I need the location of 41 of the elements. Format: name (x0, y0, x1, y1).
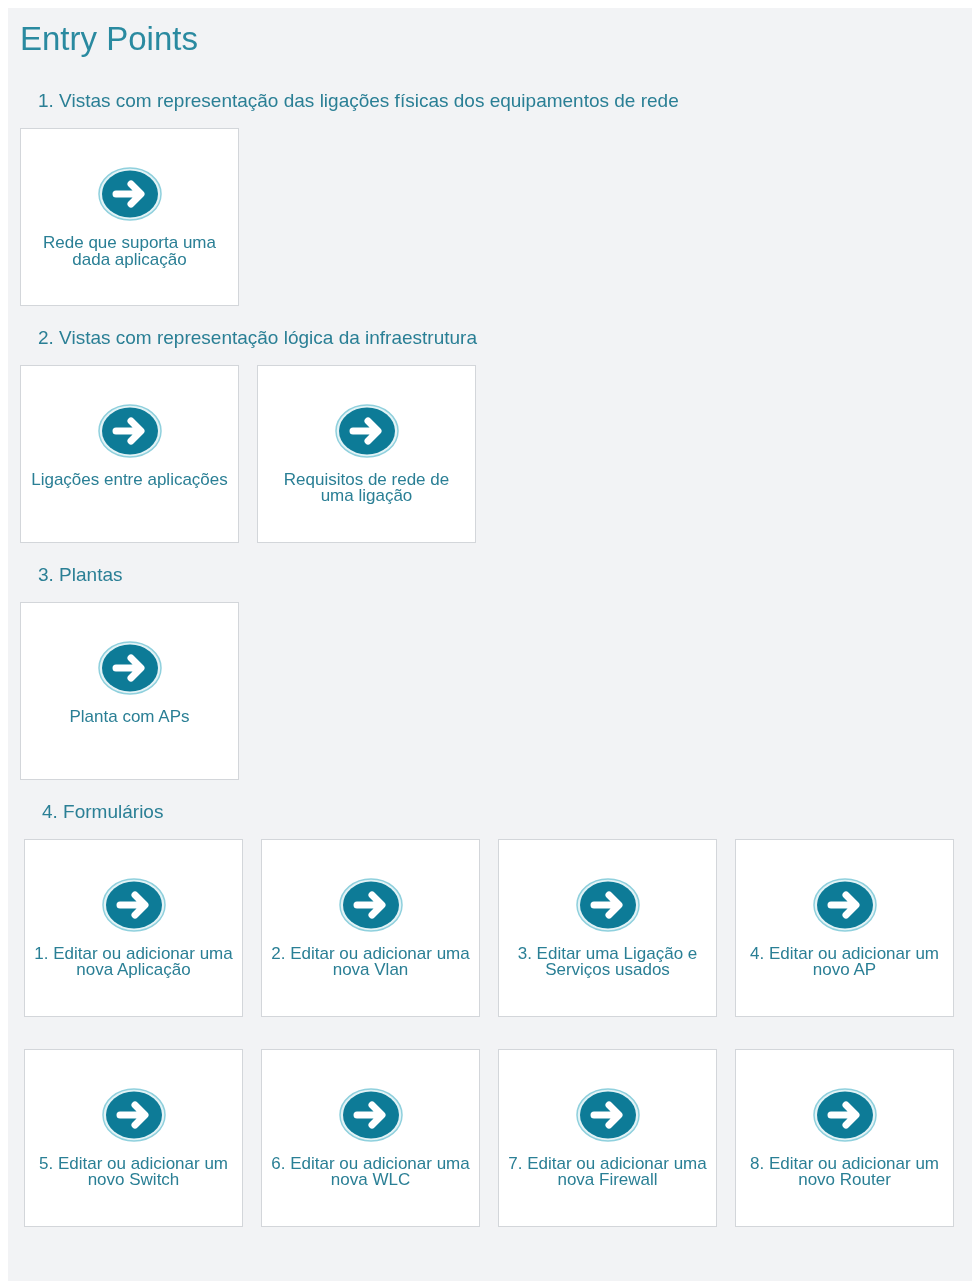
card-label: 6. Editar ou adicionar uma nova WLC (270, 1155, 471, 1189)
entry-card[interactable]: 8. Editar ou adicionar um novo Router (735, 1048, 954, 1227)
page-title: Entry Points (20, 22, 198, 55)
entry-card[interactable]: Ligações entre aplicações (20, 364, 239, 543)
card-label: 2. Editar ou adicionar uma nova Vlan (270, 945, 471, 979)
card-label: 7. Editar ou adicionar uma nova Firewall (507, 1155, 708, 1189)
section-heading: 1. Vistas com representação das ligações físicas dos equipamentos de rede (38, 91, 679, 112)
entry-card[interactable]: 1. Editar ou adicionar uma nova Aplicação (24, 838, 243, 1017)
card-label: 5. Editar ou adicionar um novo Switch (38, 1155, 229, 1189)
arrow-circle-icon (101, 1087, 166, 1142)
card-label: Planta com APs (69, 708, 190, 726)
card-label: Requisitos de rede de uma ligação (282, 471, 451, 506)
section-heading: 4. Formulários (42, 801, 164, 823)
arrow-circle-icon (812, 1087, 877, 1142)
card-label: Ligações entre aplicações (31, 471, 228, 489)
entry-card[interactable]: Planta com APs (20, 601, 239, 780)
card-label: 1. Editar ou adicionar uma nova Aplicação (33, 945, 234, 979)
entry-card[interactable]: 7. Editar ou adicionar uma nova Firewall (498, 1048, 717, 1227)
entry-card[interactable]: 5. Editar ou adicionar um novo Switch (24, 1048, 243, 1227)
arrow-circle-icon (97, 403, 162, 458)
arrow-circle-icon (97, 166, 162, 221)
arrow-circle-icon (334, 403, 399, 458)
arrow-circle-icon (575, 1087, 640, 1142)
section-heading: 3. Plantas (38, 564, 123, 586)
card-label: 8. Editar ou adicionar um novo Router (749, 1155, 940, 1189)
entry-card[interactable]: 4. Editar ou adicionar um novo AP (735, 838, 954, 1017)
arrow-circle-icon (812, 877, 877, 932)
card-label: 3. Editar uma Ligação e Serviços usados (516, 945, 699, 979)
entry-card[interactable]: Rede que suporta uma dada aplicação (20, 127, 239, 306)
arrow-circle-icon (338, 1087, 403, 1142)
entry-card[interactable]: 6. Editar ou adicionar uma nova WLC (261, 1048, 480, 1227)
entry-card[interactable]: Requisitos de rede de uma ligação (257, 364, 476, 543)
entry-card[interactable]: 3. Editar uma Ligação e Serviços usados (498, 838, 717, 1017)
card-label: Rede que suporta uma dada aplicação (42, 234, 217, 269)
section-heading: 2. Vistas com representação lógica da infraestrutura (38, 327, 477, 349)
entry-card[interactable]: 2. Editar ou adicionar uma nova Vlan (261, 838, 480, 1017)
arrow-circle-icon (97, 640, 162, 695)
arrow-circle-icon (338, 877, 403, 932)
card-label: 4. Editar ou adicionar um novo AP (749, 945, 940, 979)
arrow-circle-icon (575, 877, 640, 932)
arrow-circle-icon (101, 877, 166, 932)
